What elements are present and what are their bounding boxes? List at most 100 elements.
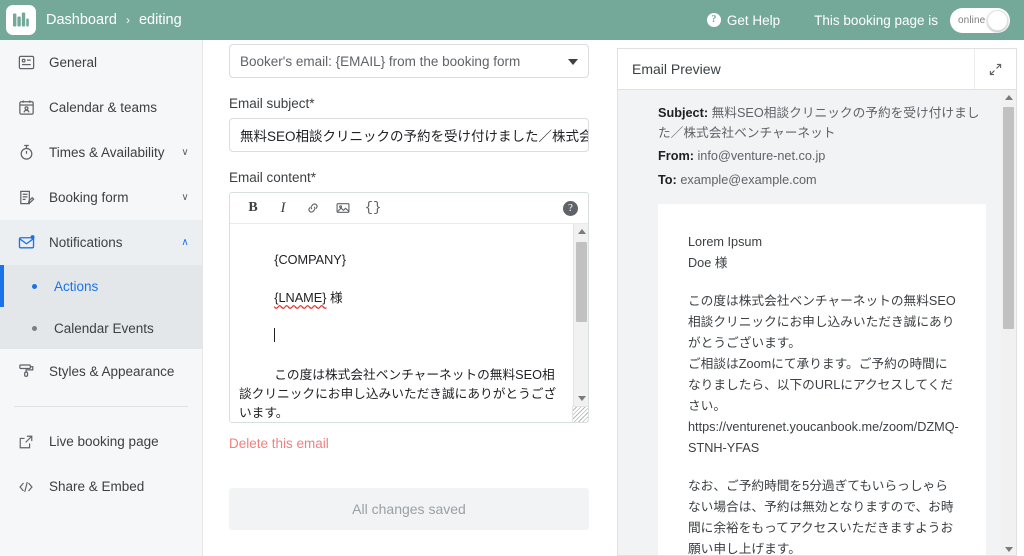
preview-scroll-thumb[interactable]	[1003, 107, 1014, 329]
sidebar-item-label: General	[49, 55, 98, 70]
email-content-editor: B I {} ? {COMPANY} {LNAME} 様 この度は株式会社ベンチ…	[229, 192, 589, 423]
preview-from-key: From:	[658, 149, 694, 163]
email-subject-value: 無料SEO相談クリニックの予約を受け付けました／株式会社ベ	[240, 129, 589, 144]
email-preview-title: Email Preview	[632, 61, 721, 77]
chevron-down-icon	[568, 59, 578, 65]
bullet-icon	[32, 325, 37, 331]
delete-email-link[interactable]: Delete this email	[229, 436, 329, 451]
sidebar-item-label: Calendar & teams	[49, 100, 158, 115]
chevron-down-icon[interactable]: ∨	[176, 192, 194, 203]
editor-help-icon[interactable]: ?	[563, 200, 578, 216]
sidebar-item-notifications[interactable]: Notifications ∧	[0, 220, 202, 265]
email-preview-scroll-region[interactable]: Subject: 無料SEO相談クリニックの予約を受け付けました／株式会社ベンチ…	[618, 90, 1016, 556]
sidebar-item-calendar-teams[interactable]: Calendar & teams	[0, 85, 202, 130]
sidebar: General Calendar & teams Times & Availab…	[0, 40, 203, 556]
email-subject-input[interactable]: 無料SEO相談クリニックの予約を受け付けました／株式会社ベ	[229, 118, 589, 152]
email-action-form: Booker's email: {EMAIL} from the booking…	[203, 40, 615, 556]
chevron-down-icon[interactable]: ∨	[176, 147, 194, 158]
form-pencil-icon	[14, 186, 38, 210]
code-brackets-icon	[14, 475, 38, 499]
sidebar-item-styles-appearance[interactable]: Styles & Appearance	[0, 349, 202, 394]
preview-paragraph: Lorem Ipsum Doe 様	[688, 235, 763, 270]
text-caret	[274, 328, 276, 343]
sidebar-item-label: Booking form	[49, 190, 129, 205]
email-content-label: Email content*	[229, 170, 317, 185]
preview-scroll-up-arrow[interactable]	[1001, 90, 1016, 105]
stopwatch-icon	[14, 141, 38, 165]
bullet-icon	[32, 283, 37, 289]
book-chart-logo-icon[interactable]	[6, 5, 36, 35]
get-help-label: Get Help	[726, 12, 781, 28]
sidebar-item-live-booking-page[interactable]: Live booking page	[0, 419, 202, 464]
sidebar-item-general[interactable]: General	[0, 40, 202, 85]
scroll-up-arrow[interactable]	[574, 224, 588, 239]
app-root: Dashboard › editing ? Get Help This book…	[0, 0, 1024, 556]
preview-subject-key: Subject:	[658, 106, 709, 120]
italic-button[interactable]: I	[270, 196, 296, 220]
sidebar-subitem-label: Calendar Events	[54, 320, 154, 336]
preview-to-key: To:	[658, 172, 677, 187]
booking-page-status-label: This booking page is	[814, 12, 938, 28]
email-preview-body-card: Lorem Ipsum Doe 様 この度は株式会社ベンチャーネットの無料SEO…	[658, 204, 986, 556]
booking-page-online-toggle[interactable]: online	[950, 7, 1010, 33]
sidebar-item-share-embed[interactable]: Share & Embed	[0, 464, 202, 509]
recipient-select-value: Booker's email: {EMAIL} from the booking…	[240, 53, 521, 69]
notifications-subnav: Actions Calendar Events	[0, 265, 202, 349]
preview-paragraph: この度は株式会社ベンチャーネットの無料SEO相談クリニックにお申し込みいただき誠…	[688, 294, 959, 455]
question-mark-icon: ?	[706, 13, 721, 27]
email-preview-header: Email Preview	[618, 49, 1016, 90]
editor-toolbar: B I {} ?	[230, 193, 588, 224]
sidebar-divider	[14, 406, 188, 407]
expand-diagonal-icon[interactable]	[974, 49, 1016, 89]
preview-to-value: example@example.com	[680, 172, 817, 187]
sidebar-subitem-label: Actions	[54, 278, 99, 294]
editor-scrollbar[interactable]	[572, 224, 588, 422]
email-content-text: {COMPANY} {LNAME} 様 この度は株式会社ベンチャーネットの無料S…	[239, 253, 557, 420]
toggle-value-label: online	[958, 14, 986, 26]
chevron-up-icon[interactable]: ∧	[176, 237, 194, 248]
preview-subject-row: Subject: 無料SEO相談クリニックの予約を受け付けました／株式会社ベンチ…	[658, 104, 986, 143]
email-preview-panel: Email Preview Subject: 無料SEO相談クリニックの予約を受…	[617, 48, 1017, 556]
sidebar-item-label: Share & Embed	[49, 479, 145, 494]
sidebar-item-calendar-events[interactable]: Calendar Events	[0, 307, 202, 349]
sidebar-item-label: Styles & Appearance	[49, 364, 175, 379]
top-bar-actions: ? Get Help This booking page is online	[706, 7, 1010, 33]
sidebar-item-label: Live booking page	[49, 434, 159, 449]
email-subject-label: Email subject*	[229, 96, 315, 111]
breadcrumb-current: editing	[138, 12, 182, 28]
preview-scroll-down-arrow[interactable]	[1001, 542, 1016, 555]
resize-grip[interactable]	[572, 406, 588, 422]
email-preview-meta: Subject: 無料SEO相談クリニックの予約を受け付けました／株式会社ベンチ…	[658, 104, 986, 190]
scroll-thumb[interactable]	[576, 242, 587, 322]
breadcrumb: Dashboard › editing	[46, 12, 182, 28]
link-icon[interactable]	[300, 196, 326, 220]
sidebar-item-times-availability[interactable]: Times & Availability ∨	[0, 130, 202, 175]
bold-button[interactable]: B	[240, 196, 266, 220]
preview-to-row: To: example@example.com	[658, 171, 986, 191]
email-content-textarea[interactable]: {COMPANY} {LNAME} 様 この度は株式会社ベンチャーネットの無料S…	[230, 224, 588, 422]
sidebar-item-label: Notifications	[49, 235, 123, 250]
code-button[interactable]: {}	[360, 196, 386, 220]
preview-paragraph: なお、ご予約時間を5分過ぎてもいらっしゃらない場合は、予約は無効となりますので、…	[688, 479, 954, 556]
get-help-button[interactable]: ? Get Help	[706, 12, 781, 28]
preview-from-value: info@venture-net.co.jp	[697, 149, 826, 163]
calendar-person-icon	[14, 96, 38, 120]
save-status-button: All changes saved	[229, 488, 589, 530]
sidebar-item-actions[interactable]: Actions	[0, 265, 202, 307]
external-link-icon	[14, 430, 38, 454]
preview-scrollbar[interactable]	[1001, 90, 1016, 555]
toggle-knob	[987, 9, 1008, 31]
envelope-notify-icon	[14, 231, 38, 255]
breadcrumb-dashboard[interactable]: Dashboard	[46, 12, 117, 28]
preview-from-row: From: info@venture-net.co.jp	[658, 147, 986, 167]
chevron-right-icon: ›	[125, 13, 130, 27]
recipient-select[interactable]: Booker's email: {EMAIL} from the booking…	[229, 44, 589, 78]
email-preview-content: Subject: 無料SEO相談クリニックの予約を受け付けました／株式会社ベンチ…	[618, 90, 1016, 556]
image-icon[interactable]	[330, 196, 356, 220]
top-bar: Dashboard › editing ? Get Help This book…	[0, 0, 1024, 40]
scroll-down-arrow[interactable]	[574, 391, 588, 406]
sidebar-item-booking-form[interactable]: Booking form ∨	[0, 175, 202, 220]
contact-card-icon	[14, 51, 38, 75]
sidebar-item-label: Times & Availability	[49, 145, 165, 160]
paint-roller-icon	[14, 360, 38, 384]
